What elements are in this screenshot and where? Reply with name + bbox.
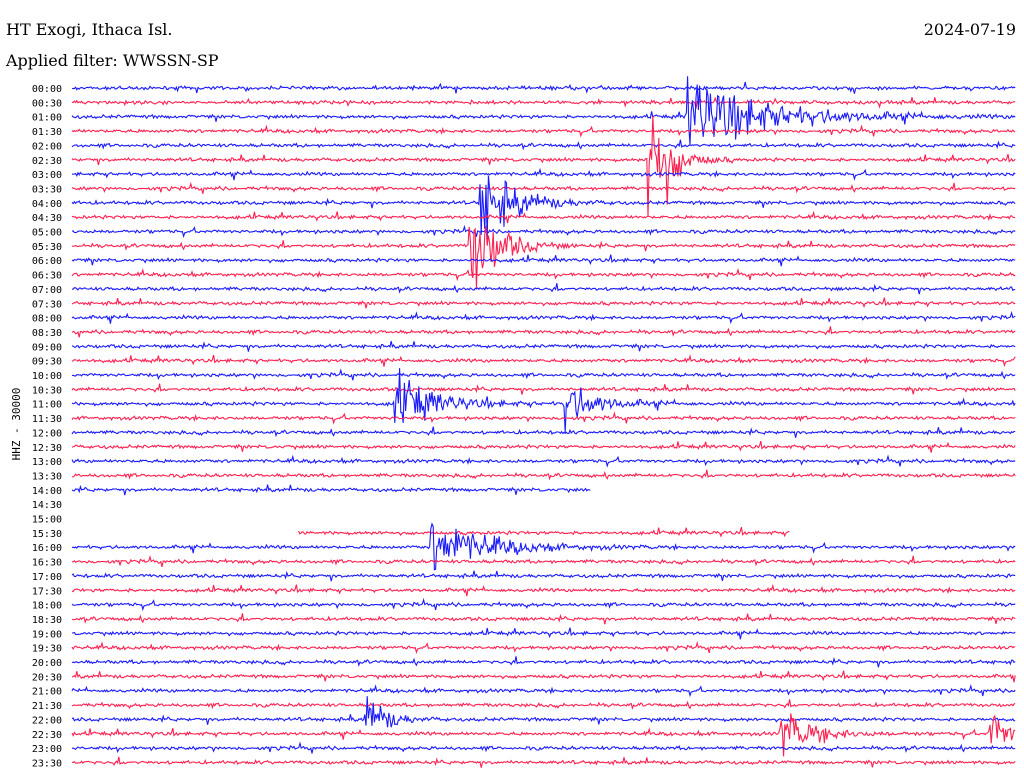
time-tick-label: 17:00 (32, 572, 62, 583)
time-tick-label: 16:30 (32, 558, 62, 569)
trace-line (71, 597, 1016, 612)
time-tick-label: 12:00 (32, 428, 62, 439)
time-tick-label: 22:30 (32, 730, 62, 741)
time-tick-label: 21:00 (32, 687, 62, 698)
trace-line (71, 224, 1016, 239)
time-tick-label: 21:30 (32, 701, 62, 712)
trace-line (71, 310, 1016, 325)
trace-line (71, 81, 1016, 94)
trace-line (71, 613, 1016, 625)
time-tick-label: 06:30 (32, 271, 62, 282)
time-tick-label: 03:00 (32, 170, 62, 181)
trace-line (71, 368, 1016, 433)
time-tick-label: 09:00 (32, 342, 62, 353)
trace-line (71, 454, 1016, 468)
trace-line (71, 627, 1016, 640)
trace-line (71, 426, 1016, 438)
time-tick-label: 19:00 (32, 629, 62, 640)
trace-line (71, 411, 1016, 425)
time-tick-label: 04:30 (32, 213, 62, 224)
trace-line (71, 440, 1016, 453)
time-tick-label: 00:30 (32, 98, 62, 109)
trace-line (72, 225, 1016, 289)
trace-line (71, 210, 1016, 224)
time-tick-label: 14:30 (32, 500, 62, 511)
trace-line (71, 756, 1016, 768)
time-tick-label: 17:30 (32, 586, 62, 597)
trace-line (71, 354, 1016, 368)
trace-line (71, 297, 1016, 309)
time-tick-label: 07:00 (32, 285, 62, 296)
time-tick-label: 03:30 (32, 184, 62, 195)
time-tick-label: 04:00 (32, 199, 62, 210)
trace-line (71, 670, 1016, 683)
trace-line (71, 741, 1016, 754)
time-tick-label: 10:30 (32, 385, 62, 396)
trace-line (71, 167, 1016, 181)
trace-line (71, 254, 1016, 267)
time-tick-label: 19:30 (32, 644, 62, 655)
time-tick-label: 08:30 (32, 328, 62, 339)
time-tick-label: 00:00 (32, 84, 62, 95)
trace-line (72, 554, 1016, 568)
time-tick-label: 15:00 (32, 515, 62, 526)
time-tick-label: 13:00 (32, 457, 62, 468)
helicorder-plot: 00:00 00:30 01:00 01:30 02:00 02:30 03:00 03:30… (32, 76, 1016, 769)
trace-line (71, 124, 1016, 138)
time-tick-label: 20:30 (32, 672, 62, 683)
time-tick-label: 23:30 (32, 758, 62, 769)
time-tick-label: 20:00 (32, 658, 62, 669)
time-tick-label: 05:00 (32, 228, 62, 239)
trace-line (71, 283, 1016, 295)
trace-line (71, 383, 1016, 395)
time-tick-label: 23:00 (32, 744, 62, 755)
trace-line (71, 683, 1016, 698)
time-tick-label: 22:00 (32, 715, 62, 726)
trace-line (71, 484, 591, 496)
trace-line (71, 640, 1016, 655)
trace-line (71, 340, 1016, 352)
trace-line (71, 267, 1016, 282)
trace-line (71, 368, 1016, 381)
time-tick-label: 07:30 (32, 299, 62, 310)
time-tick-label: 10:00 (32, 371, 62, 382)
time-tick-label: 12:30 (32, 443, 62, 454)
trace-line (71, 326, 1016, 338)
time-tick-label: 15:30 (32, 529, 62, 540)
time-tick-label: 02:00 (32, 141, 62, 152)
trace-line (71, 181, 1016, 194)
trace-line (71, 522, 1016, 571)
trace-line (298, 527, 790, 538)
trace-line (71, 656, 1016, 668)
time-tick-label: 11:00 (32, 400, 62, 411)
time-tick-label: 01:30 (32, 127, 62, 138)
time-tick-label: 13:30 (32, 471, 62, 482)
time-tick-label: 09:30 (32, 357, 62, 368)
time-tick-label: 02:30 (32, 156, 62, 167)
time-tick-label: 08:00 (32, 314, 62, 325)
trace-line (71, 96, 1016, 109)
time-tick-label: 06:00 (32, 256, 62, 267)
trace-line (71, 696, 1016, 728)
time-tick-label: 05:30 (32, 242, 62, 253)
time-tick-label: 18:00 (32, 601, 62, 612)
trace-line (71, 583, 1016, 597)
time-tick-label: 01:00 (32, 113, 62, 124)
time-tick-label: 14:00 (32, 486, 62, 497)
trace-line (71, 139, 1016, 151)
trace-line (71, 469, 1016, 481)
time-tick-label: 18:30 (32, 615, 62, 626)
trace-line (71, 699, 1016, 711)
trace-line (71, 570, 1016, 582)
time-tick-label: 11:30 (32, 414, 62, 425)
time-tick-label: 16:00 (32, 543, 62, 554)
